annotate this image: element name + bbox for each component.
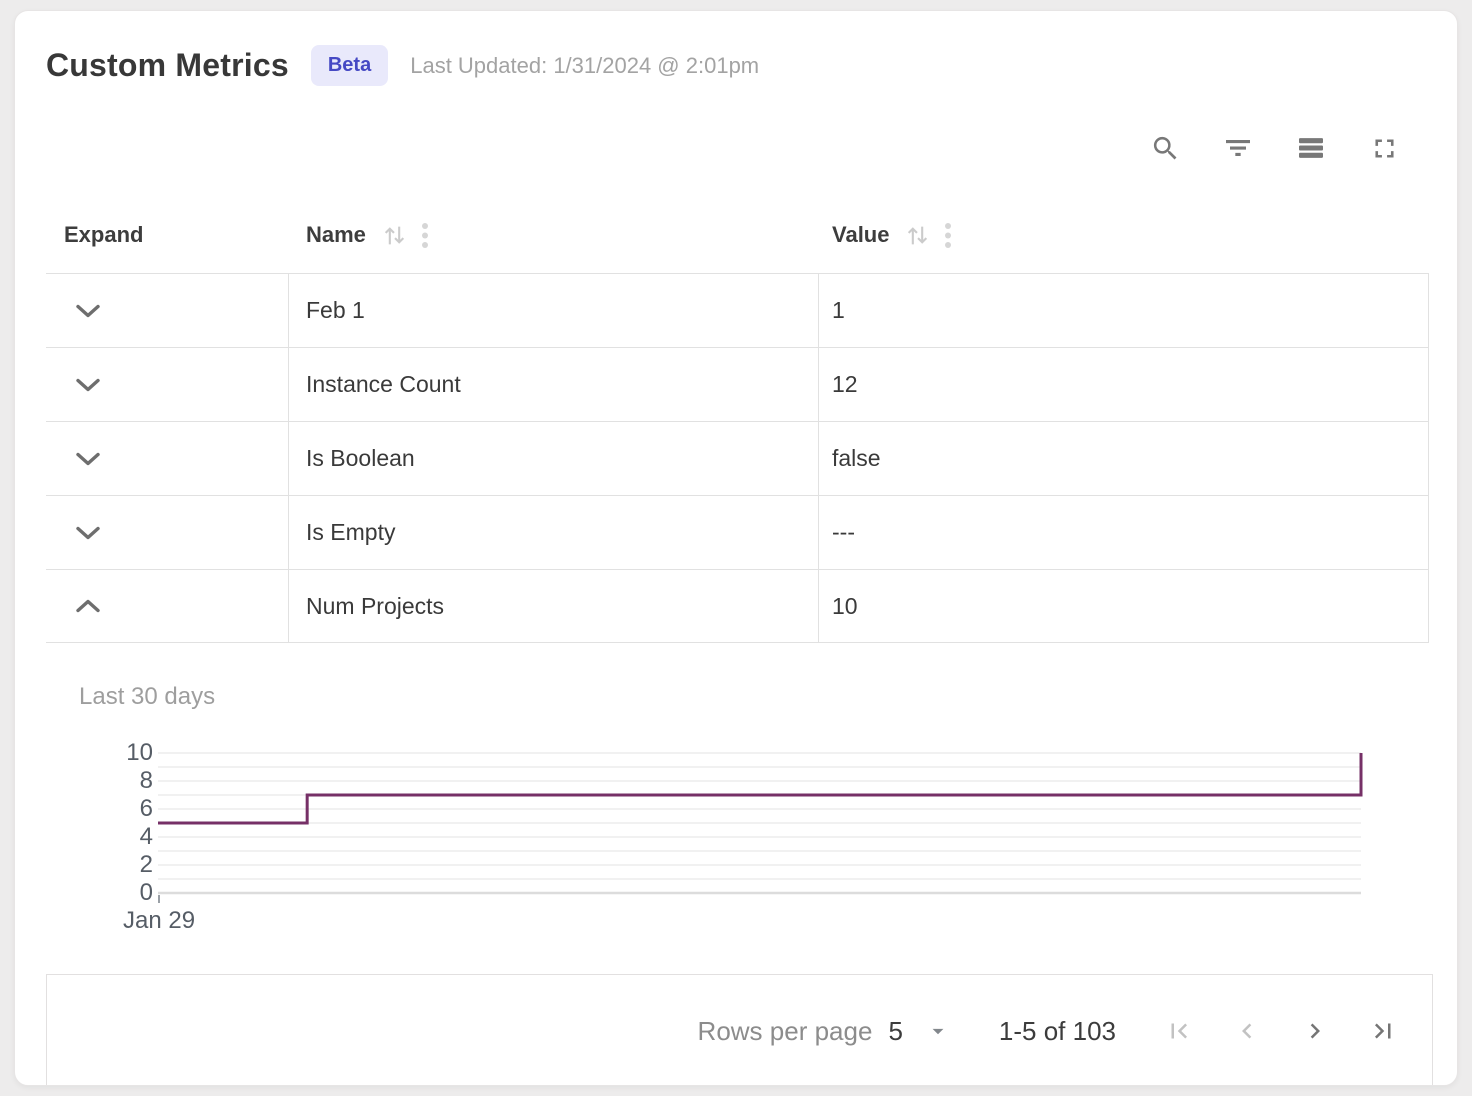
expand-cell xyxy=(46,274,289,347)
search-button[interactable] xyxy=(1148,131,1182,165)
expand-cell xyxy=(46,570,289,642)
first-page-button[interactable] xyxy=(1164,1016,1194,1046)
pagination-bar: Rows per page 5 1-5 of 103 xyxy=(46,974,1433,1086)
density-button[interactable] xyxy=(1294,131,1328,165)
chart-y-axis-labels: 0246810 xyxy=(65,753,153,893)
chart-y-tick-label: 2 xyxy=(65,852,153,878)
table-header-row: Expand Name Value xyxy=(46,197,1429,273)
first-page-icon xyxy=(1164,1016,1194,1046)
sort-icon[interactable] xyxy=(905,223,930,248)
header-icons xyxy=(905,222,953,249)
step-line-chart xyxy=(158,753,1361,893)
pagination-range: 1-5 of 103 xyxy=(999,1016,1116,1047)
filter-icon xyxy=(1222,132,1254,164)
chart-y-tick-label: 0 xyxy=(65,880,153,906)
beta-badge: Beta xyxy=(311,45,388,86)
column-header-label: Name xyxy=(306,222,366,248)
table-row: Num Projects10 xyxy=(46,569,1429,643)
column-header-label: Expand xyxy=(64,222,143,248)
fullscreen-button[interactable] xyxy=(1367,131,1401,165)
chevron-up-icon xyxy=(75,597,101,616)
next-page-button[interactable] xyxy=(1300,1016,1330,1046)
table-row: Is Empty--- xyxy=(46,495,1429,569)
expand-row-button[interactable] xyxy=(75,449,101,468)
metrics-table: Expand Name Value xyxy=(46,197,1429,643)
rows-per-page-value: 5 xyxy=(888,1016,902,1047)
chart-y-tick-label: 4 xyxy=(65,824,153,850)
pager-buttons xyxy=(1126,1016,1398,1046)
expand-cell xyxy=(46,496,289,569)
chevron-down-icon xyxy=(75,301,101,320)
density-icon xyxy=(1295,132,1327,164)
metric-value-cell: --- xyxy=(819,496,1428,569)
filter-button[interactable] xyxy=(1221,131,1255,165)
expand-cell xyxy=(46,422,289,495)
metric-name-cell: Num Projects xyxy=(289,570,819,642)
table-row: Is Booleanfalse xyxy=(46,421,1429,495)
metric-value-cell: 10 xyxy=(819,570,1428,642)
chevron-down-icon xyxy=(903,1018,951,1044)
metric-name-cell: Is Boolean xyxy=(289,422,819,495)
expand-row-button[interactable] xyxy=(75,301,101,320)
table-row: Instance Count12 xyxy=(46,347,1429,421)
chart-y-tick-label: 8 xyxy=(65,768,153,794)
metric-name-cell: Feb 1 xyxy=(289,274,819,347)
chart-y-tick-label: 6 xyxy=(65,796,153,822)
search-icon xyxy=(1150,133,1181,164)
chart-title: Last 30 days xyxy=(79,683,215,711)
expand-cell xyxy=(46,348,289,421)
header-icons xyxy=(382,222,430,249)
expand-row-button[interactable] xyxy=(75,375,101,394)
column-menu-icon[interactable] xyxy=(420,222,430,249)
metric-value-cell: 12 xyxy=(819,348,1428,421)
column-header-name[interactable]: Name xyxy=(289,222,819,249)
metric-name-cell: Instance Count xyxy=(289,348,819,421)
chevron-right-icon xyxy=(1300,1016,1330,1046)
custom-metrics-card: Custom Metrics Beta Last Updated: 1/31/2… xyxy=(14,10,1458,1086)
expand-row-button[interactable] xyxy=(75,523,101,542)
table-toolbar xyxy=(1148,131,1401,165)
column-header-value[interactable]: Value xyxy=(819,222,1429,249)
rows-per-page-select[interactable]: 5 xyxy=(888,1016,950,1047)
chart-x-tick-label: Jan 29 xyxy=(123,907,195,935)
table-body: Feb 11Instance Count12Is BooleanfalseIs … xyxy=(46,273,1429,643)
last-updated-text: Last Updated: 1/31/2024 @ 2:01pm xyxy=(410,53,759,79)
column-menu-icon[interactable] xyxy=(943,222,953,249)
metric-name-cell: Is Empty xyxy=(289,496,819,569)
chevron-down-icon xyxy=(75,449,101,468)
last-page-button[interactable] xyxy=(1368,1016,1398,1046)
chart-y-tick-label: 10 xyxy=(65,740,153,766)
fullscreen-icon xyxy=(1369,133,1400,164)
header: Custom Metrics Beta Last Updated: 1/31/2… xyxy=(46,45,759,86)
rows-per-page-label: Rows per page xyxy=(698,1016,873,1047)
collapse-row-button[interactable] xyxy=(75,597,101,616)
chevron-left-icon xyxy=(1232,1016,1262,1046)
column-header-expand: Expand xyxy=(46,222,289,248)
previous-page-button[interactable] xyxy=(1232,1016,1262,1046)
last-page-icon xyxy=(1368,1016,1398,1046)
sort-icon[interactable] xyxy=(382,223,407,248)
column-header-label: Value xyxy=(832,222,889,248)
table-row: Feb 11 xyxy=(46,273,1429,347)
chevron-down-icon xyxy=(75,523,101,542)
page-title: Custom Metrics xyxy=(46,47,289,84)
num-projects-chart xyxy=(158,753,1361,893)
chevron-down-icon xyxy=(75,375,101,394)
metric-value-cell: false xyxy=(819,422,1428,495)
metric-value-cell: 1 xyxy=(819,274,1428,347)
